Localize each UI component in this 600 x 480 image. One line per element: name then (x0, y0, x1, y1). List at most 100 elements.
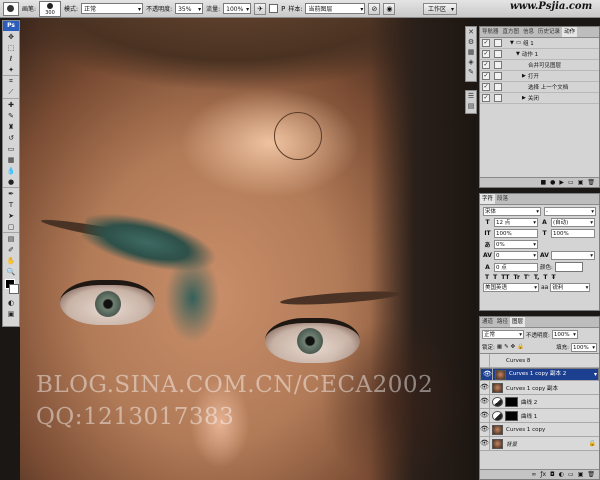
ignore-adjustment-icon[interactable]: ⊘ (368, 2, 381, 15)
actions-panel-tab[interactable]: 信息 (521, 27, 536, 37)
kerning-field[interactable] (551, 251, 595, 260)
layer-visibility-eye-icon[interactable]: 👁 (480, 395, 490, 408)
action-item[interactable]: ✓ 合并可见图层 (480, 60, 599, 71)
screen-mode-icon[interactable]: ▣ (3, 308, 19, 319)
text-style-button[interactable]: T (493, 274, 497, 281)
antialias-select[interactable]: 锐利 (550, 283, 591, 292)
flow-field[interactable]: 100% (223, 3, 252, 15)
new-layer-icon[interactable]: ▣ (578, 471, 584, 478)
dialog-toggle-checkbox[interactable] (494, 72, 502, 80)
magic-wand-tool-icon[interactable]: ✦ (3, 64, 19, 75)
action-item[interactable]: ✓ ▶ 关闭 (480, 93, 599, 104)
delete-action-icon[interactable]: 🗑 (587, 179, 595, 186)
layer-visibility-eye-icon[interactable]: 👁 (480, 409, 490, 422)
action-toggle-checkbox[interactable]: ✓ (482, 72, 490, 80)
language-select[interactable]: 美国英语 (483, 283, 539, 292)
lock-all-icon[interactable]: 🔒 (517, 344, 524, 350)
actions-panel-tab[interactable]: 直方图 (501, 27, 522, 37)
text-style-button[interactable]: Tr (514, 274, 520, 281)
brush-tool-icon[interactable]: ✎ (3, 110, 19, 121)
healing-brush-tool-icon[interactable]: ✚ (3, 98, 19, 110)
font-family-select[interactable]: 宋体 (483, 207, 541, 216)
tool-presets-dock-icon[interactable]: ☰ (466, 91, 476, 101)
blur-tool-icon[interactable]: 💧 (3, 165, 19, 176)
layer-mask-thumbnail[interactable] (505, 396, 518, 407)
clone-stamp-tool-icon[interactable]: ♜ (3, 121, 19, 132)
tracking-percent-field[interactable]: 0% (494, 240, 538, 249)
layer-row[interactable]: 👁 Curves 1 copy (480, 423, 599, 437)
layer-row[interactable]: 👁 Curves 1 copy 副本 (480, 381, 599, 395)
pen-tool-icon[interactable]: ✒ (3, 187, 19, 199)
layer-visibility-eye-icon[interactable] (480, 354, 490, 367)
baseline-shift-field[interactable]: 0 点 (494, 262, 538, 272)
action-item[interactable]: ✓ ▼ 动作 1 (480, 49, 599, 60)
layer-row[interactable]: Curves 8 (480, 354, 599, 368)
airbrush-icon[interactable]: ✈ (254, 2, 267, 15)
dialog-toggle-checkbox[interactable] (494, 83, 502, 91)
navigator-dock-icon[interactable]: ✕ (466, 27, 476, 37)
link-layers-icon[interactable]: ∞ (531, 471, 536, 478)
layer-visibility-eye-icon[interactable]: 👁 (480, 423, 490, 436)
opacity-field[interactable]: 35% (175, 3, 204, 15)
delete-layer-icon[interactable]: 🗑 (587, 471, 595, 478)
color-swatches[interactable] (3, 277, 19, 297)
move-tool-icon[interactable]: ✥ (3, 31, 19, 42)
dialog-toggle-checkbox[interactable] (494, 39, 502, 47)
actions-panel-tab[interactable]: 导航器 (480, 27, 501, 37)
text-style-button[interactable]: TT (501, 274, 509, 281)
fill-field[interactable]: 100% (571, 342, 597, 352)
layer-visibility-eye-icon[interactable]: 👁 (480, 381, 490, 394)
adjustment-layer-icon[interactable]: ◐ (559, 471, 564, 478)
action-item[interactable]: ✓ ▶ 打开 (480, 71, 599, 82)
action-toggle-checkbox[interactable]: ✓ (482, 50, 490, 58)
history-dock-icon[interactable]: ⚙ (466, 37, 476, 47)
marquee-tool-icon[interactable]: ⬚ (3, 42, 19, 53)
notes-tool-icon[interactable]: ▤ (3, 232, 19, 244)
eraser-tool-icon[interactable]: ▭ (3, 143, 19, 154)
background-color[interactable] (9, 284, 19, 294)
leading-field[interactable]: (自动) (551, 218, 595, 227)
styles-dock-icon[interactable]: ◈ (466, 57, 476, 67)
expand-arrow-icon[interactable]: ▼ (516, 51, 520, 57)
shape-tool-icon[interactable]: ▢ (3, 221, 19, 232)
expand-arrow-icon[interactable]: ▼ (510, 40, 514, 46)
layer-visibility-eye-icon[interactable]: 👁 (480, 437, 490, 450)
type-tool-icon[interactable]: T (3, 199, 19, 210)
layer-row[interactable]: 👁 背景 🔒 (480, 437, 599, 451)
lock-transparency-icon[interactable]: ▦ (497, 344, 502, 350)
layer-row[interactable]: 👁 Curves 1 copy 副本 2 (480, 368, 599, 381)
action-item[interactable]: ✓ ▼ ▭ 组 1 (480, 38, 599, 49)
lock-position-icon[interactable]: ✥ (511, 344, 516, 350)
text-style-button[interactable]: T (485, 274, 489, 281)
dialog-toggle-checkbox[interactable] (494, 94, 502, 102)
layer-row[interactable]: 👁 曲线 1 (480, 409, 599, 423)
layers-panel-tab[interactable]: 通道 (480, 317, 495, 327)
brushes-dock-icon[interactable]: ✎ (466, 67, 476, 77)
text-style-button[interactable]: T, (534, 274, 540, 281)
character-panel-tab[interactable]: 字符 (480, 194, 496, 204)
layer-opacity-field[interactable]: 100% (551, 330, 578, 339)
expand-arrow-icon[interactable]: ▶ (522, 73, 526, 79)
document-canvas[interactable]: BLOG.SINA.COM.CN/CECA2002 QQ:1213017383 (20, 18, 476, 480)
gradient-tool-icon[interactable]: ▦ (3, 154, 19, 165)
layer-visibility-eye-icon[interactable]: 👁 (483, 368, 493, 381)
vertical-scale-field[interactable]: 100% (494, 229, 538, 238)
add-mask-icon[interactable]: ◘ (550, 471, 555, 478)
actions-panel-tab[interactable]: 动作 (562, 27, 578, 37)
action-toggle-checkbox[interactable]: ✓ (482, 94, 490, 102)
aligned-checkbox[interactable] (269, 4, 279, 13)
action-toggle-checkbox[interactable]: ✓ (482, 61, 490, 69)
text-style-button[interactable]: T' (524, 274, 530, 281)
layers-panel-tab[interactable]: 路径 (495, 317, 510, 327)
new-action-icon[interactable]: ▣ (578, 179, 584, 186)
record-icon[interactable]: ● (550, 179, 555, 186)
text-style-button[interactable]: Ŧ (551, 274, 555, 281)
layer-row[interactable]: 👁 曲线 2 (480, 395, 599, 409)
brush-tool-preset-icon[interactable] (3, 1, 19, 16)
brush-picker[interactable]: 300 (39, 0, 62, 17)
crop-tool-icon[interactable]: ⌗ (3, 75, 19, 87)
layers-panel-tab[interactable]: 图层 (510, 317, 526, 327)
action-toggle-checkbox[interactable]: ✓ (482, 39, 490, 47)
stop-icon[interactable]: ■ (540, 179, 546, 186)
hand-tool-icon[interactable]: ✋ (3, 255, 19, 266)
